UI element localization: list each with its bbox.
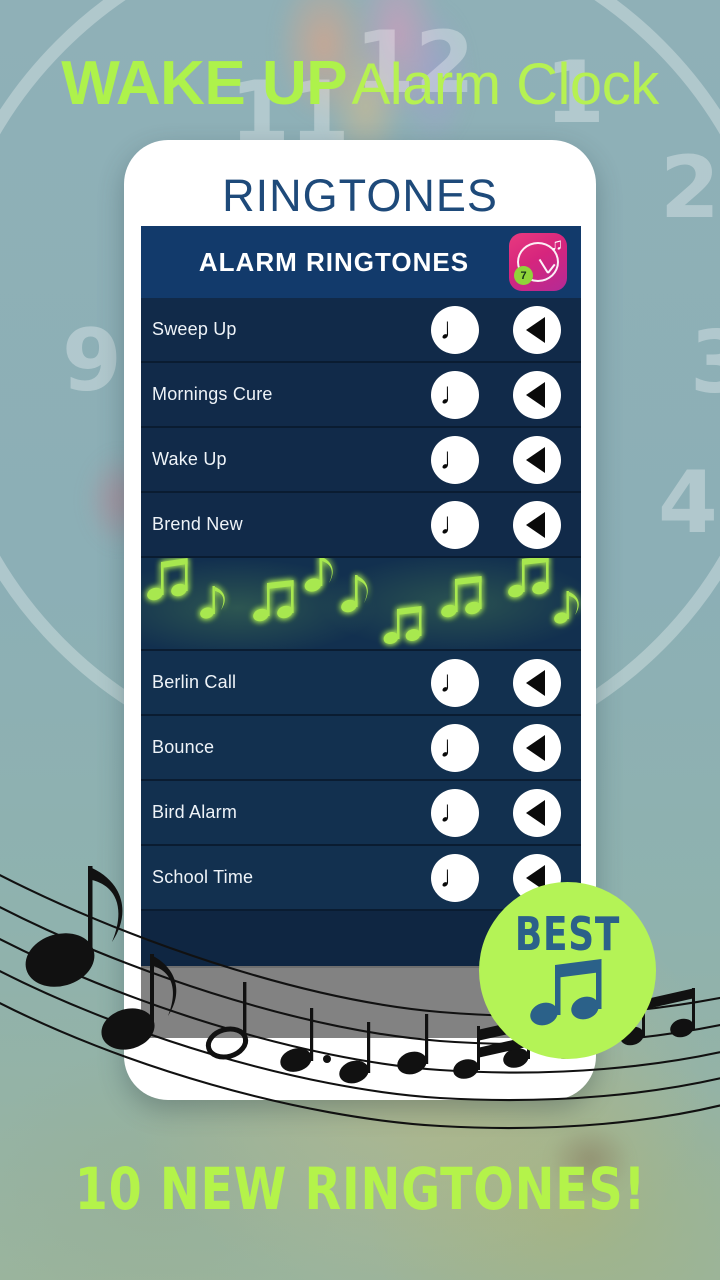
play-triangle-icon xyxy=(526,446,545,473)
app-icon-badge: 7 xyxy=(514,266,533,285)
ringtone-name: Bounce xyxy=(152,737,215,757)
clock-minute-hand xyxy=(538,258,549,274)
music-note-icon: ♩ xyxy=(439,858,471,894)
ringtone-name: Sweep Up xyxy=(152,319,237,339)
play-triangle-icon xyxy=(526,511,545,538)
ringtone-name: School Time xyxy=(152,867,254,887)
ringtone-row[interactable]: Bounce ♩ xyxy=(141,716,581,781)
set-ringtone-button[interactable] xyxy=(513,723,561,772)
ringtone-row[interactable]: Bird Alarm ♩ xyxy=(141,781,581,846)
music-note-icon: ♩ xyxy=(439,793,471,829)
play-triangle-icon xyxy=(526,669,545,696)
music-note-icon: ♩ xyxy=(439,310,471,346)
play-triangle-icon xyxy=(526,799,545,826)
ringtone-row[interactable]: Sweep Up ♩ xyxy=(141,298,581,363)
footer-text: 10 NEW RINGTONES! xyxy=(74,1155,646,1223)
preview-ringtone-button[interactable]: ♩ xyxy=(431,853,479,902)
ringtone-name: Wake Up xyxy=(152,449,227,469)
preview-ringtone-button[interactable]: ♩ xyxy=(431,788,479,837)
headline: WAKE UP Alarm Clock xyxy=(0,48,720,119)
music-note-icon: ♫ xyxy=(550,235,563,254)
preview-ringtone-button[interactable]: ♩ xyxy=(431,305,479,354)
background-clock-number: 2 xyxy=(660,138,720,238)
set-ringtone-button[interactable] xyxy=(513,500,561,549)
preview-ringtone-button[interactable]: ♩ xyxy=(431,370,479,419)
music-note-icon: ♩ xyxy=(439,375,471,411)
music-note-icon: ♩ xyxy=(439,440,471,476)
beamed-eighth-notes-icon xyxy=(529,958,601,1025)
set-ringtone-button[interactable] xyxy=(513,658,561,707)
music-note-icon: ♩ xyxy=(439,728,471,764)
background-clock-number: 3 xyxy=(690,313,720,413)
preview-ringtone-button[interactable]: ♩ xyxy=(431,658,479,707)
ringtone-name: Brend New xyxy=(152,514,243,534)
music-note-icon: ♩ xyxy=(439,663,471,699)
preview-ringtone-button[interactable]: ♩ xyxy=(431,435,479,484)
set-ringtone-button[interactable] xyxy=(513,788,561,837)
play-triangle-icon xyxy=(526,734,545,761)
preview-ringtone-button[interactable]: ♩ xyxy=(431,723,479,772)
promo-graphic: 11 12 1 2 3 4 9 WAKE UP Alarm Clock RINGTONES … xyxy=(0,0,720,1280)
headline-bold: WAKE UP xyxy=(61,49,348,118)
ringtone-row[interactable]: Mornings Cure ♩ xyxy=(141,363,581,428)
background-clock-number: 9 xyxy=(62,311,122,411)
green-music-notes-decoration xyxy=(141,558,581,651)
ringtone-row[interactable]: Brend New ♩ xyxy=(141,493,581,558)
ringtone-name: Berlin Call xyxy=(152,672,237,692)
set-ringtone-button[interactable] xyxy=(513,370,561,419)
music-note-icon: ♩ xyxy=(439,505,471,541)
ringtone-name: Mornings Cure xyxy=(152,384,273,404)
footer: 10 NEW RINGTONES! xyxy=(0,1155,720,1223)
play-triangle-icon xyxy=(526,316,545,343)
ringtone-row[interactable]: Wake Up ♩ xyxy=(141,428,581,493)
headline-light: Alarm Clock xyxy=(351,52,660,117)
phone-title: RINGTONES xyxy=(222,170,498,221)
ringtone-name: Bird Alarm xyxy=(152,802,238,822)
play-triangle-icon xyxy=(526,381,545,408)
set-ringtone-button[interactable] xyxy=(513,305,561,354)
app-header-title: ALARM RINGTONES xyxy=(198,246,470,277)
ringtone-list: Sweep Up ♩ Mornings Cure ♩ Wake Up ♩ Brend New… xyxy=(141,298,581,911)
preview-ringtone-button[interactable]: ♩ xyxy=(431,500,479,549)
app-header: ALARM RINGTONES 7 ♫ xyxy=(141,226,581,298)
background-clock-number: 4 xyxy=(658,453,718,553)
set-ringtone-button[interactable] xyxy=(513,435,561,484)
ringtone-row[interactable]: Berlin Call ♩ xyxy=(141,651,581,716)
best-badge: BEST xyxy=(479,882,656,1059)
best-badge-label: BEST xyxy=(514,906,621,961)
app-icon[interactable]: 7 ♫ xyxy=(509,233,567,291)
